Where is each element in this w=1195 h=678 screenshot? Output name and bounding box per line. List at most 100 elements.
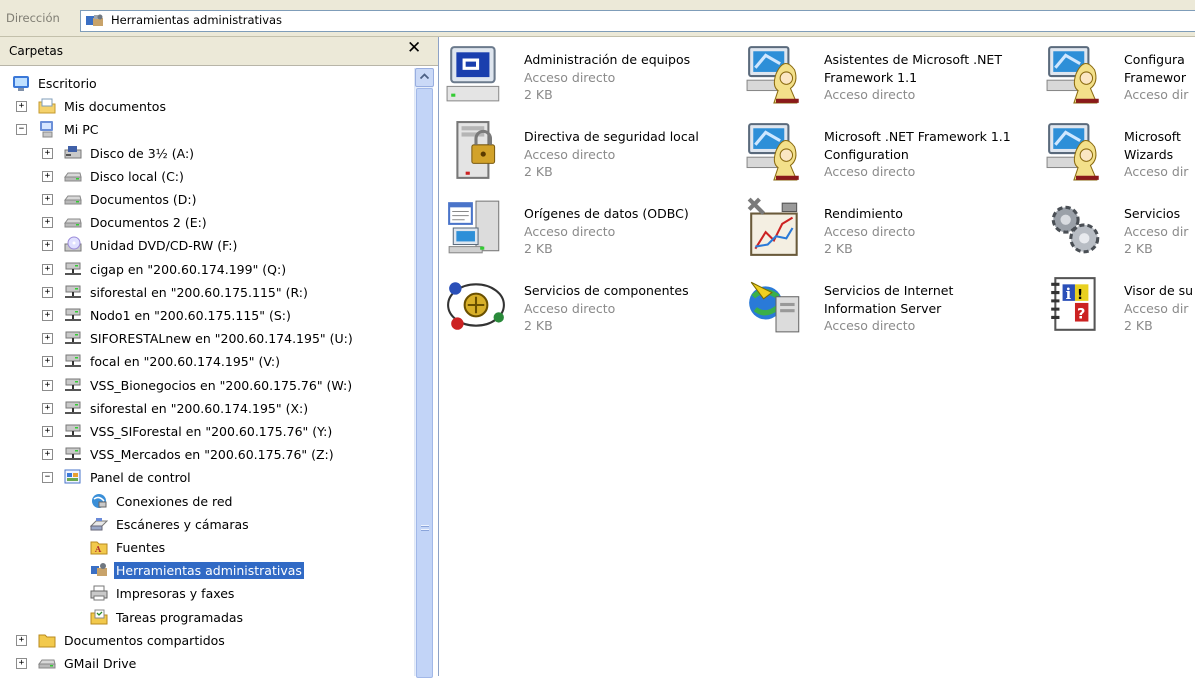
vertical-scrollbar[interactable] xyxy=(414,68,434,678)
tree-item-label: Nodo1 en "200.60.175.115" (S:) xyxy=(90,308,291,323)
file-item[interactable]: Servicios de componentes Acceso directo 2 … xyxy=(445,268,741,340)
file-item[interactable]: Microsoft .NET Framework 1.1 Configuratio… xyxy=(745,114,1041,186)
address-field[interactable]: Herramientas administrativas xyxy=(80,10,1195,32)
tree-item[interactable]: + Documentos 2 (E:) xyxy=(0,212,410,235)
file-item[interactable]: Servicios Acceso dir 2 KB xyxy=(1045,191,1195,263)
file-item[interactable]: Orígenes de datos (ODBC) Acceso directo 2 … xyxy=(445,191,741,263)
tree-item[interactable]: + Unidad DVD/CD-RW (F:) xyxy=(0,235,410,258)
address-value: Herramientas administrativas xyxy=(111,13,283,27)
tree-item-label: Mi PC xyxy=(64,122,99,138)
close-icon[interactable]: ✕ xyxy=(407,38,421,58)
tree-item-label: Documentos (D:) xyxy=(90,192,197,207)
address-bar: Dirección Herramientas administrativas xyxy=(0,0,1195,37)
file-item-name: Servicios xyxy=(1124,206,1181,221)
svg-text:?: ? xyxy=(1077,306,1085,322)
expand-icon[interactable]: + xyxy=(42,170,53,182)
tree-item[interactable]: + focal en "200.60.174.195" (V:) xyxy=(0,351,410,374)
tree-item-label: Disco local (C:) xyxy=(90,168,184,184)
expand-icon[interactable]: + xyxy=(16,634,27,646)
file-item[interactable]: Directiva de seguridad local Acceso direc… xyxy=(445,114,741,186)
expand-icon[interactable]: + xyxy=(42,217,53,229)
file-item[interactable]: Configura Framewor Acceso dir xyxy=(1045,37,1195,109)
tree-item[interactable]: Escáneres y cámaras xyxy=(0,514,410,537)
tree-item[interactable]: + Disco de 3½ (A:) xyxy=(0,143,410,166)
tree-item[interactable]: Conexiones de red xyxy=(0,491,410,514)
expand-icon[interactable]: + xyxy=(42,286,53,298)
expand-icon[interactable]: + xyxy=(42,356,53,368)
file-item[interactable]: Servicios de Internet Information Server A… xyxy=(745,268,1041,340)
tree-item[interactable]: + cigap en "200.60.174.199" (Q:) xyxy=(0,259,410,282)
file-item-name: Information Server xyxy=(824,300,942,316)
file-item-size: 2 KB xyxy=(524,241,553,256)
expand-icon[interactable]: + xyxy=(42,240,53,252)
tree-item[interactable]: + siforestal en "200.60.174.195" (X:) xyxy=(0,398,410,421)
tree-item[interactable]: A Fuentes xyxy=(0,537,410,560)
collapse-icon[interactable]: − xyxy=(42,472,53,484)
tree-item[interactable]: + VSS_SIForestal en "200.60.175.76" (Y:) xyxy=(0,421,410,444)
expand-icon[interactable]: + xyxy=(42,379,53,391)
expand-icon[interactable]: + xyxy=(42,147,53,159)
file-item-name: Servicios de Internet xyxy=(824,283,954,298)
folders-pane: Carpetas ✕ Escritorio + Mis documentos − Mi … xyxy=(0,37,439,678)
expand-icon[interactable]: + xyxy=(16,658,27,669)
tree-item[interactable]: Herramientas administrativas xyxy=(0,560,410,583)
tree-item[interactable]: + Documentos (D:) xyxy=(0,189,410,212)
tree-item[interactable]: + SIFORESTALnew en "200.60.174.195" (U:) xyxy=(0,328,410,351)
tree-item[interactable]: − Panel de control xyxy=(0,467,410,490)
tree-item-label: Conexiones de red xyxy=(116,493,233,509)
dotnet-wizard-icon xyxy=(1045,120,1107,182)
tree-item[interactable]: + siforestal en "200.60.175.115" (R:) xyxy=(0,282,410,305)
tree-item-label: Panel de control xyxy=(90,470,191,486)
file-item-type: Acceso directo xyxy=(524,300,616,316)
file-item-name: Framework 1.1 xyxy=(824,69,918,85)
security-policy-icon xyxy=(445,120,507,182)
file-item-name: Microsoft .NET Framework 1.1 xyxy=(824,129,1011,144)
file-item-type: Acceso directo xyxy=(524,146,616,162)
computer-management-icon xyxy=(445,43,507,105)
file-item[interactable]: Administración de equipos Acceso directo 2… xyxy=(445,37,741,109)
tree-item-label: siforestal en "200.60.174.195" (X:) xyxy=(90,400,309,416)
file-item[interactable]: Microsoft Wizards Acceso dir xyxy=(1045,114,1195,186)
expand-icon[interactable]: + xyxy=(42,426,53,437)
folder-icon xyxy=(38,631,56,649)
tree-item[interactable]: − Mi PC xyxy=(0,119,410,142)
file-item-name: Directiva de seguridad local xyxy=(524,129,699,144)
event-viewer-icon: i!? xyxy=(1045,274,1107,336)
file-item[interactable]: Asistentes de Microsoft .NET Framework 1.… xyxy=(745,37,1041,109)
drive-icon xyxy=(38,654,56,672)
tree-item[interactable]: + GMail Drive xyxy=(0,653,410,676)
tree-item[interactable]: Impresoras y faxes xyxy=(0,583,410,606)
expand-icon[interactable]: + xyxy=(16,101,27,113)
tree-item[interactable]: Tareas programadas xyxy=(0,607,410,630)
scroll-thumb[interactable] xyxy=(416,88,433,678)
tree-item[interactable]: + Documentos compartidos xyxy=(0,630,410,653)
tree-item[interactable]: Escritorio xyxy=(0,73,410,96)
expand-icon[interactable]: + xyxy=(42,402,53,414)
collapse-icon[interactable]: − xyxy=(16,124,27,136)
network-drive-icon xyxy=(64,422,82,440)
chevron-up-icon xyxy=(420,73,429,79)
tree-item[interactable]: + Disco local (C:) xyxy=(0,166,410,189)
address-label: Dirección xyxy=(6,11,60,25)
file-item-type: Acceso dir xyxy=(1124,223,1189,239)
tree-item[interactable]: + Mis documentos xyxy=(0,96,410,119)
file-item-type: Acceso dir xyxy=(1124,87,1189,102)
file-list: Administración de equipos Acceso directo 2… xyxy=(439,37,1195,676)
expand-icon[interactable]: + xyxy=(42,449,53,461)
expand-icon[interactable]: + xyxy=(42,310,53,321)
folder-tree: Escritorio + Mis documentos − Mi PC + Disco de… xyxy=(0,66,413,676)
expand-icon[interactable]: + xyxy=(42,263,53,275)
scroll-up-button[interactable] xyxy=(415,68,434,87)
services-icon xyxy=(1045,197,1107,259)
scheduled-tasks-icon xyxy=(90,608,108,626)
tree-item[interactable]: + Nodo1 en "200.60.175.115" (S:) xyxy=(0,305,410,328)
tree-item[interactable]: + VSS_Mercados en "200.60.175.76" (Z:) xyxy=(0,444,410,467)
odbc-icon xyxy=(445,197,507,259)
file-item-type: Acceso directo xyxy=(824,223,916,239)
file-item[interactable]: i!? Visor de su Acceso dir 2 KB xyxy=(1045,268,1195,340)
tree-item[interactable]: + VSS_Bionegocios en "200.60.175.76" (W:) xyxy=(0,375,410,398)
expand-icon[interactable]: + xyxy=(42,194,53,205)
expand-icon[interactable]: + xyxy=(42,333,53,345)
grip-icon xyxy=(421,525,429,533)
file-item[interactable]: Rendimiento Acceso directo 2 KB xyxy=(745,191,1041,263)
